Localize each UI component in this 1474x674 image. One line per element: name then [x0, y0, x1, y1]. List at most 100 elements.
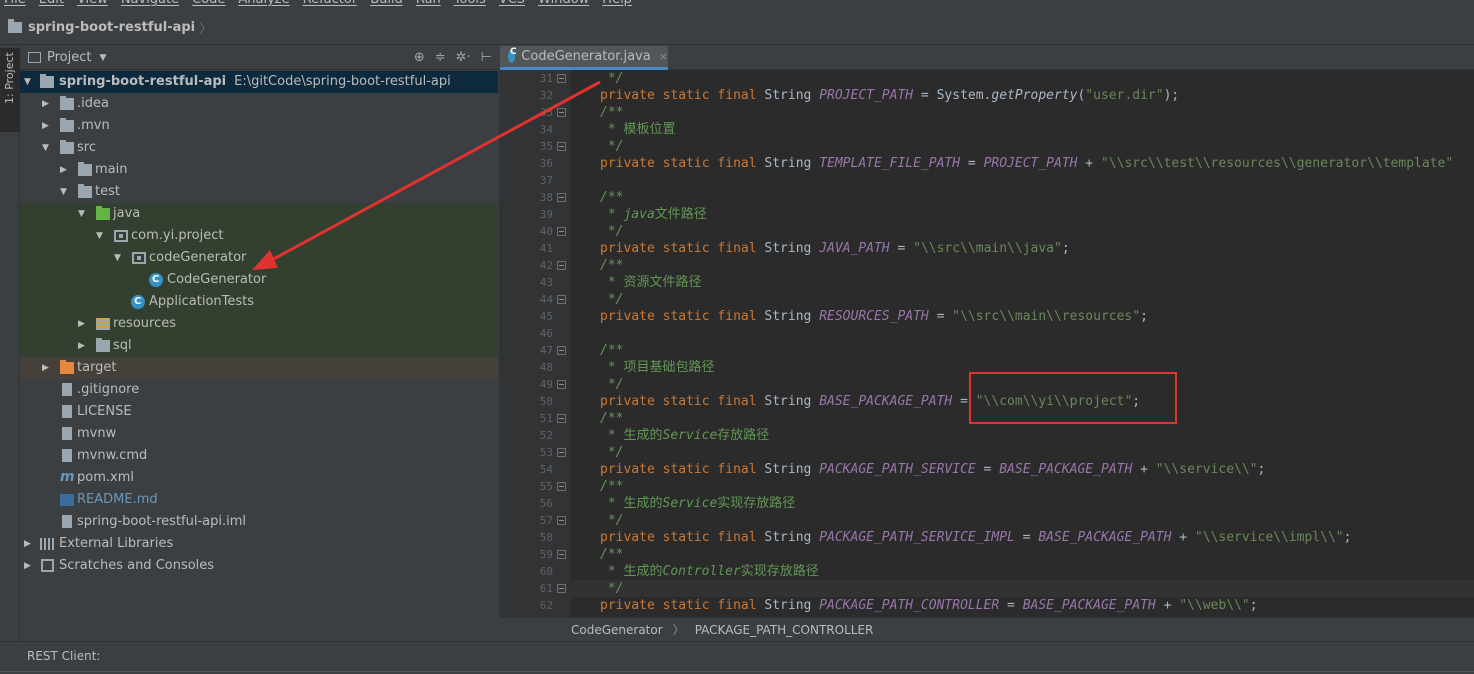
menu-item[interactable]: Build	[370, 0, 403, 7]
tree-item-sql[interactable]: ▶ sql	[20, 335, 498, 357]
chevron-down-icon[interactable]: ▼	[114, 247, 121, 269]
tree-item-gitignore[interactable]: .gitignore	[20, 379, 498, 401]
fold-marker-icon[interactable]	[557, 193, 566, 202]
locate-file-icon[interactable]: ⊕	[414, 50, 425, 65]
type: String	[764, 598, 812, 613]
tree-item-target[interactable]: ▶ target	[20, 357, 498, 379]
fold-marker-icon[interactable]	[557, 550, 566, 559]
line-number: 51	[539, 412, 553, 425]
menu-item[interactable]: Edit	[39, 0, 64, 7]
fold-marker-icon[interactable]	[557, 261, 566, 270]
menu-item[interactable]: Window	[538, 0, 589, 7]
line-number: 33	[539, 106, 553, 119]
tree-item-pom[interactable]: m pom.xml	[20, 467, 498, 489]
fold-marker-icon[interactable]	[557, 108, 566, 117]
tree-item-root[interactable]: ▼ spring-boot-restful-api E:\gitCode\spri…	[20, 71, 498, 93]
menu-item[interactable]: Run	[416, 0, 441, 7]
tree-item-mvnw[interactable]: mvnw	[20, 423, 498, 445]
collapse-all-icon[interactable]: ≑	[435, 50, 446, 65]
fold-marker-icon[interactable]	[557, 380, 566, 389]
string: "\\src\\main\\resources"	[952, 309, 1141, 324]
fold-marker-icon[interactable]	[557, 74, 566, 83]
fold-marker-icon[interactable]	[557, 448, 566, 457]
chevron-down-icon[interactable]: ▼	[24, 71, 31, 93]
navigation-bar: spring-boot-restful-api 〉	[0, 10, 1474, 45]
tree-item-test[interactable]: ▼ test	[20, 181, 498, 203]
tree-item-codegenerator-package[interactable]: ▼ codeGenerator	[20, 247, 498, 269]
chevron-down-icon[interactable]: ▼	[60, 181, 67, 203]
chevron-right-icon[interactable]: ▶	[42, 93, 49, 115]
fold-marker-icon[interactable]	[557, 414, 566, 423]
chevron-down-icon[interactable]: ▼	[42, 137, 49, 159]
gear-icon[interactable]: ✲·	[456, 50, 471, 65]
fold-marker-icon[interactable]	[557, 142, 566, 151]
tree-item-readme[interactable]: README.md	[20, 489, 498, 511]
code-area[interactable]: */ private static final String PROJECT_P…	[571, 70, 1474, 617]
chevron-down-icon[interactable]: ▼	[99, 53, 106, 63]
fold-marker-icon[interactable]	[557, 346, 566, 355]
keyword: final	[717, 88, 757, 103]
tree-item-external-libraries[interactable]: ▶ External Libraries	[20, 533, 498, 555]
tree-item-resources[interactable]: ▶ resources	[20, 313, 498, 335]
tree-item-license[interactable]: LICENSE	[20, 401, 498, 423]
fold-marker-icon[interactable]	[557, 584, 566, 593]
string: "\\src\\test\\resources\\generator\\temp…	[1100, 156, 1454, 171]
project-view-selector[interactable]: Project	[47, 50, 91, 65]
chevron-right-icon[interactable]: ▶	[60, 159, 67, 181]
menu-item[interactable]: Help	[602, 0, 632, 7]
tree-item-mvn[interactable]: ▶ .mvn	[20, 115, 498, 137]
fold-marker-icon[interactable]	[557, 516, 566, 525]
tree-item-iml[interactable]: spring-boot-restful-api.iml	[20, 511, 498, 533]
keyword: static	[662, 394, 710, 409]
tree-item-package[interactable]: ▼ com.yi.project	[20, 225, 498, 247]
type: String	[764, 156, 812, 171]
line-number: 54	[539, 463, 553, 476]
chevron-right-icon[interactable]: ▶	[78, 313, 85, 335]
tree-item-java[interactable]: ▼ java	[20, 203, 498, 225]
breadcrumb-class[interactable]: CodeGenerator	[571, 623, 663, 637]
menu-item[interactable]: File	[4, 0, 26, 7]
breadcrumb-field[interactable]: PACKAGE_PATH_CONTROLLER	[695, 623, 874, 637]
chevron-right-icon[interactable]: ▶	[42, 115, 49, 137]
rest-client-tab[interactable]: REST Client:	[27, 649, 100, 663]
line-number: 44	[539, 293, 553, 306]
tree-item-src[interactable]: ▼ src	[20, 137, 498, 159]
line-number: 46	[539, 327, 553, 340]
menu-item[interactable]: Tools	[454, 0, 486, 7]
chevron-right-icon[interactable]: ▶	[24, 533, 31, 555]
line-number: 58	[539, 531, 553, 544]
tree-item-mvnw-cmd[interactable]: mvnw.cmd	[20, 445, 498, 467]
code-line-35: */	[600, 138, 624, 155]
tree-item-scratches[interactable]: ▶ Scratches and Consoles	[20, 555, 498, 577]
menu-item[interactable]: VCS	[499, 0, 525, 7]
tab-codegenerator[interactable]: CodeGenerator.java ×	[500, 46, 668, 70]
chevron-right-icon[interactable]: ▶	[24, 555, 31, 577]
chevron-down-icon[interactable]: ▼	[96, 225, 103, 247]
close-icon[interactable]: ×	[659, 50, 668, 63]
chevron-right-icon[interactable]: ▶	[42, 357, 49, 379]
folder-icon	[78, 162, 92, 176]
tree-item-codegenerator-class[interactable]: CodeGenerator	[20, 269, 498, 291]
menu-item[interactable]: Refactor	[303, 0, 358, 7]
tree-item-label: CodeGenerator	[167, 272, 267, 287]
fold-marker-icon[interactable]	[557, 295, 566, 304]
chevron-right-icon[interactable]: ▶	[78, 335, 85, 357]
tree-item-applicationtests[interactable]: ApplicationTests	[20, 291, 498, 313]
tree-item-idea[interactable]: ▶ .idea	[20, 93, 498, 115]
code-line-48: * 项目基础包路径	[600, 359, 715, 376]
project-tool-window-button[interactable]: 1: Project	[0, 48, 20, 132]
fold-marker-icon[interactable]	[557, 227, 566, 236]
menu-item[interactable]: View	[77, 0, 108, 7]
tree-item-main[interactable]: ▶ main	[20, 159, 498, 181]
keyword: final	[717, 598, 757, 613]
hide-panel-icon[interactable]: ⊢	[481, 50, 492, 65]
line-number: 35	[539, 140, 553, 153]
menu-item[interactable]: Code	[192, 0, 225, 7]
line-number: 62	[539, 599, 553, 612]
line-number: 61	[539, 582, 553, 595]
fold-marker-icon[interactable]	[557, 482, 566, 491]
menu-item[interactable]: Analyze	[238, 0, 289, 7]
menu-item[interactable]: Navigate	[121, 0, 179, 7]
chevron-down-icon[interactable]: ▼	[78, 203, 85, 225]
navbar-project-name[interactable]: spring-boot-restful-api	[28, 20, 195, 35]
